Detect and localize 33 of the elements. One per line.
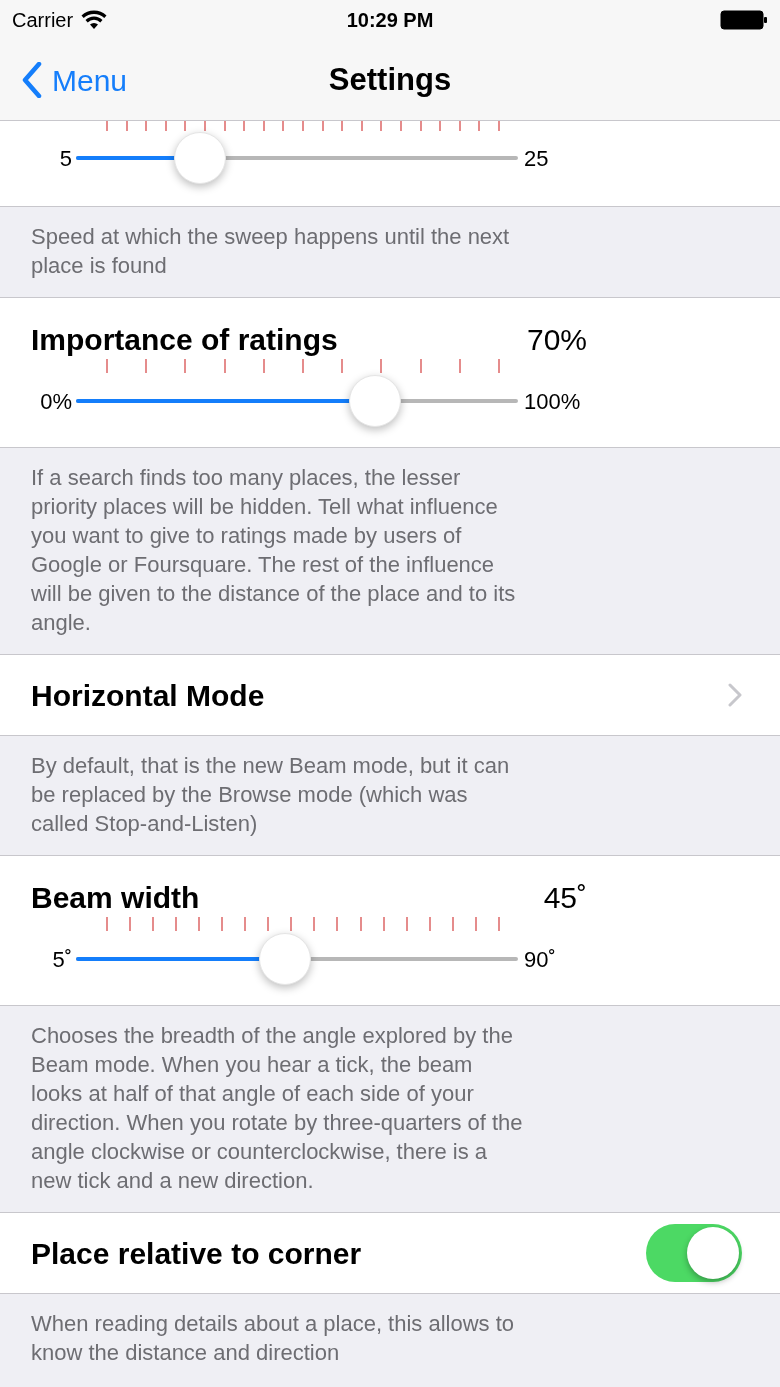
slider[interactable] <box>76 933 518 985</box>
chevron-left-icon <box>22 62 42 98</box>
chevron-right-icon <box>728 683 742 707</box>
battery-icon <box>720 9 768 31</box>
footer-text: Speed at which the sweep happens until the next place is found <box>31 223 511 280</box>
footer-text: By default, that is the new Beam mode, but it can be replaced by the Browse mode (which was called Stop-and-Listen) <box>31 752 511 838</box>
slider-thumb[interactable] <box>173 132 226 184</box>
setting-value: 45˚ <box>543 879 587 916</box>
setting-title: Beam width <box>31 879 200 916</box>
status-time: 10:29 PM <box>346 8 434 33</box>
max-label: 90˚ <box>523 945 556 974</box>
footer-text: Chooses the breadth of the angle explored by the Beam mode. When you hear a tick, the beam looks at half of that angle of each side of your direction. When you rotate by three-quarters of the angle clockwise or counterclockwise, there is a new tick and a new direction. <box>31 1022 524 1195</box>
screen-title: Settings <box>328 60 452 99</box>
footer-text: If a search finds too many places, the lesser priority places will be hidden. Tell what influence you want to give to ratings made by users of Google or Foursquare. The rest of the influence will be given to the distance of the place and to its angle. <box>31 464 517 637</box>
min-label: 5 <box>58 144 73 173</box>
slider-thumb[interactable] <box>349 375 401 427</box>
disclosure-cell[interactable]: Horizontal Mode <box>0 654 780 736</box>
max-label: 25 <box>523 144 549 173</box>
back-button[interactable]: Menu <box>22 57 128 103</box>
max-label: 100% <box>523 387 581 416</box>
slider-thumb[interactable] <box>259 933 312 985</box>
setting-title: Importance of ratings <box>31 321 338 358</box>
footer-text: When reading details about a place, this allows to know the distance and direction <box>31 1310 516 1367</box>
min-label: 0% <box>39 387 73 416</box>
toggle-switch[interactable] <box>646 1224 742 1282</box>
setting-title: Horizontal Mode <box>31 677 265 714</box>
setting-title: Place relative to corner <box>31 1235 362 1272</box>
carrier-label: Carrier <box>12 8 74 33</box>
slider[interactable] <box>76 375 518 427</box>
min-label: 5˚ <box>51 945 73 974</box>
setting-value: 70% <box>526 321 587 358</box>
slider[interactable] <box>76 132 518 184</box>
wifi-icon <box>81 10 108 30</box>
